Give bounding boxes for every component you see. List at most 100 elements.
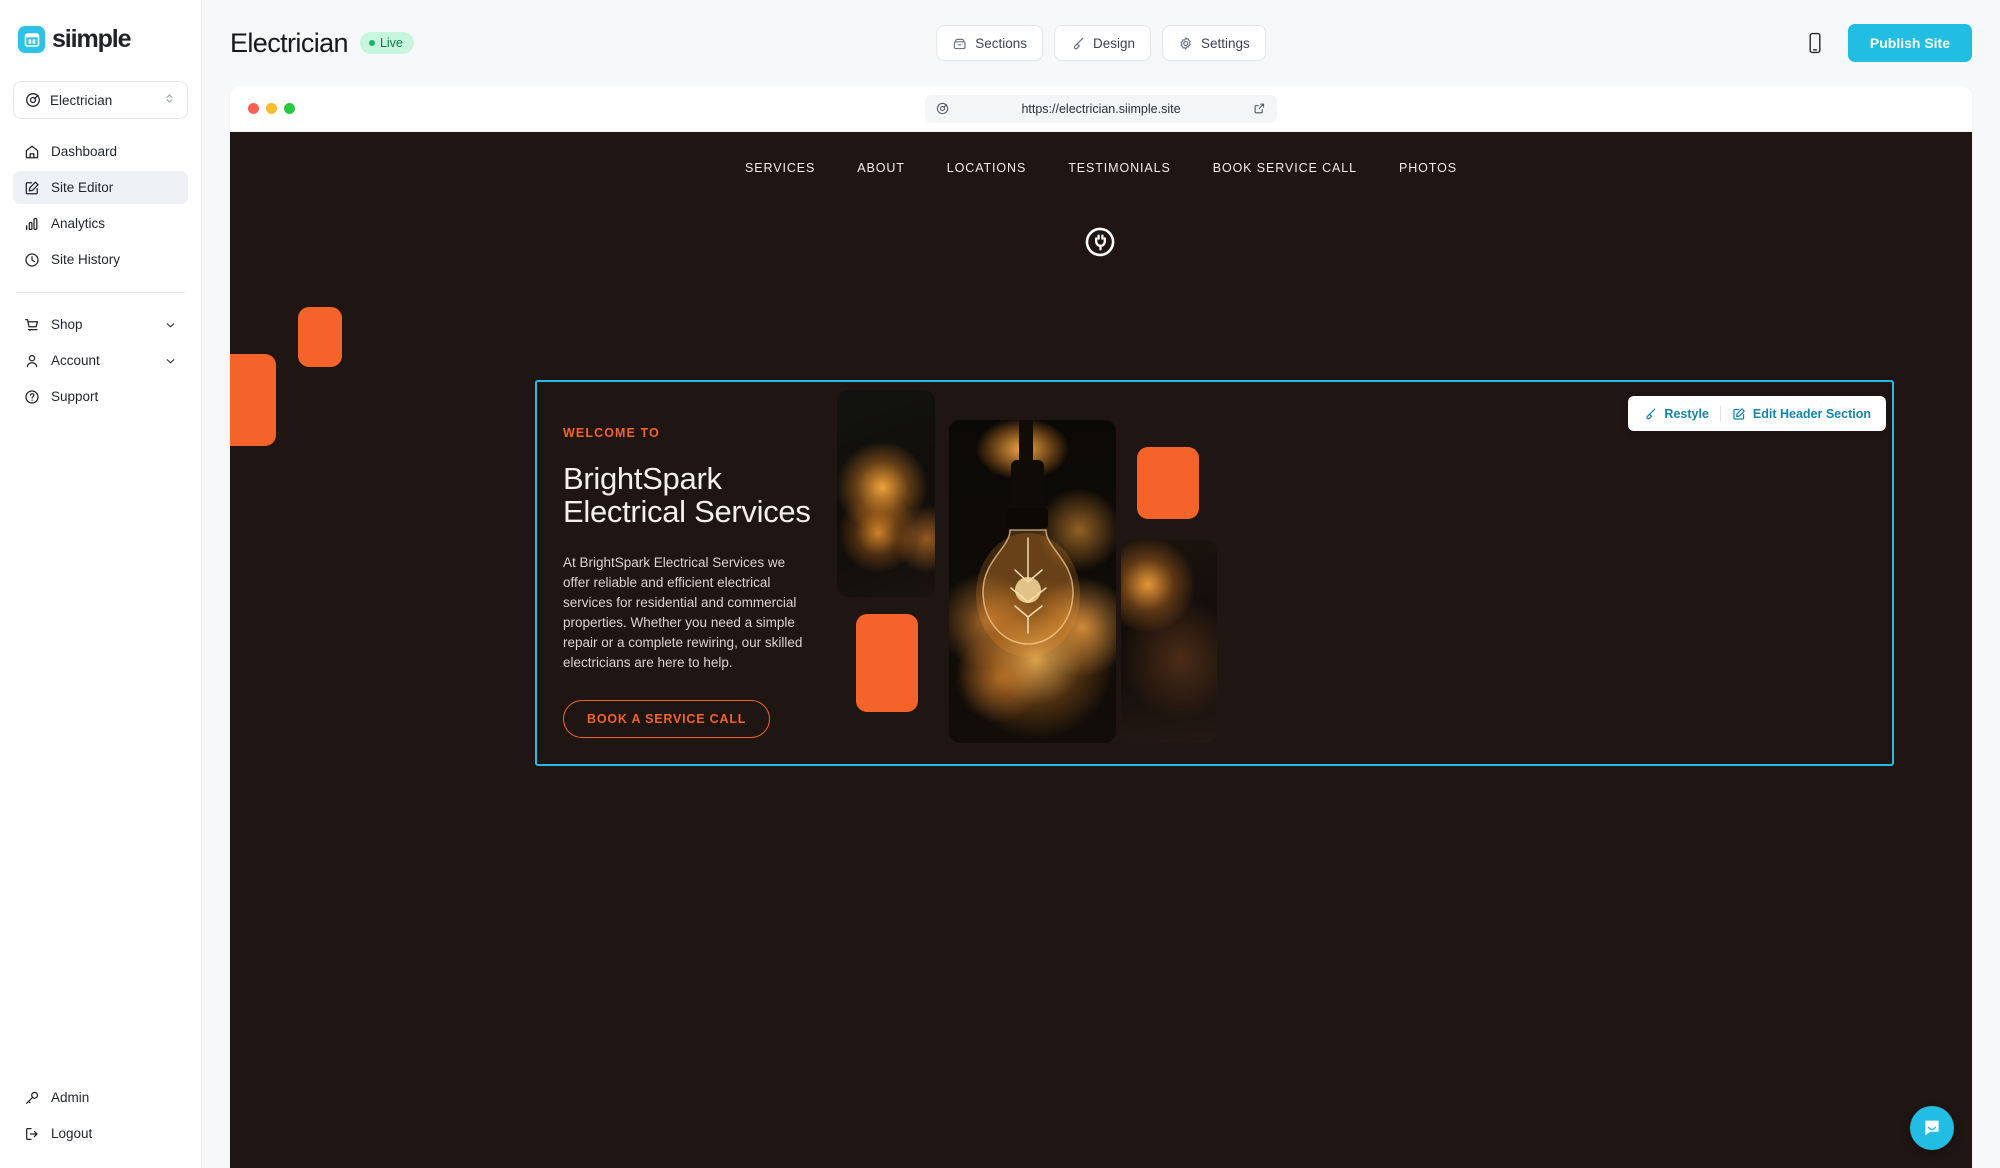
user-icon	[24, 353, 40, 369]
sidebar-item-site-editor[interactable]: Site Editor	[13, 171, 188, 204]
home-icon	[24, 144, 40, 160]
sidebar-item-account[interactable]: Account	[13, 344, 188, 377]
status-badge: Live	[359, 32, 414, 54]
page-title: Electrician	[230, 27, 349, 58]
collage-photo-left	[837, 390, 935, 597]
site-nav-item-about[interactable]: ABOUT	[857, 161, 905, 175]
site-nav-item-book-service-call[interactable]: BOOK SERVICE CALL	[1213, 161, 1357, 175]
sidebar: siimple Electrician Dashboard Site Edito…	[0, 0, 202, 1168]
hero-heading: BrightSpark Electrical Services	[563, 461, 811, 530]
site-nav-item-photos[interactable]: PHOTOS	[1399, 161, 1457, 175]
sidebar-item-label: Site Editor	[51, 179, 114, 195]
site-globe-icon	[936, 102, 949, 115]
hero-body-text: At BrightSpark Electrical Services we of…	[563, 554, 803, 671]
sidebar-item-logout[interactable]: Logout	[13, 1117, 188, 1150]
sidebar-nav: Dashboard Site Editor Analytics Site His…	[13, 135, 188, 413]
sections-button-label: Sections	[975, 35, 1027, 51]
bar-chart-icon	[24, 216, 40, 232]
traffic-lights	[248, 103, 295, 114]
key-icon	[24, 1090, 40, 1106]
gear-icon	[1178, 36, 1193, 51]
question-circle-icon	[24, 389, 40, 405]
sidebar-item-admin[interactable]: Admin	[13, 1081, 188, 1114]
collage-orange-block	[1137, 447, 1199, 519]
site-title-group: Electrician Live	[230, 28, 414, 59]
sidebar-item-label: Support	[51, 388, 99, 404]
hero-text-column: WELCOME TO BrightSpark Electrical Servic…	[537, 382, 837, 764]
site-nav-item-locations[interactable]: LOCATIONS	[947, 161, 1026, 175]
settings-button-label: Settings	[1201, 35, 1250, 51]
sidebar-item-support[interactable]: Support	[13, 380, 188, 413]
sidebar-item-analytics[interactable]: Analytics	[13, 207, 188, 240]
design-button[interactable]: Design	[1053, 25, 1152, 61]
main-area: Electrician Live Sections Design Setting…	[202, 0, 2000, 1168]
site-globe-icon	[25, 92, 41, 108]
collage-orange-block	[856, 614, 918, 712]
hero-header-section[interactable]: WELCOME TO BrightSpark Electrical Servic…	[535, 380, 1894, 766]
publish-site-button[interactable]: Publish Site	[1847, 24, 1972, 62]
sidebar-item-label: Logout	[51, 1125, 93, 1141]
status-dot-icon	[368, 40, 375, 46]
section-edit-toolbar: Restyle Edit Header Section	[1628, 396, 1886, 431]
site-preview-frame: https://electrician.siimple.site SERVICE…	[230, 86, 1972, 1168]
maximize-green-dot-icon[interactable]	[284, 103, 295, 114]
book-service-call-button[interactable]: BOOK A SERVICE CALL	[563, 699, 771, 738]
restyle-button[interactable]: Restyle	[1632, 396, 1719, 431]
hero-image-collage: Restyle Edit Header Section	[837, 382, 1892, 764]
edit-square-icon	[1732, 407, 1746, 421]
site-navigation: SERVICES ABOUT LOCATIONS TESTIMONIALS BO…	[230, 132, 1972, 175]
sidebar-item-label: Site History	[51, 251, 121, 267]
edit-header-section-label: Edit Header Section	[1752, 406, 1871, 421]
sidebar-item-label: Dashboard	[51, 143, 118, 159]
external-link-icon[interactable]	[1253, 102, 1266, 115]
shopping-cart-icon	[24, 317, 40, 333]
url-bar[interactable]: https://electrician.siimple.site	[925, 94, 1277, 123]
edit-square-icon	[24, 180, 40, 196]
sidebar-item-label: Analytics	[51, 215, 106, 231]
collage-photo-right	[1121, 540, 1217, 743]
site-switcher[interactable]: Electrician	[13, 81, 188, 119]
sidebar-item-label: Account	[51, 352, 100, 368]
edit-header-section-button[interactable]: Edit Header Section	[1721, 396, 1882, 431]
paint-brush-icon	[1070, 36, 1085, 51]
sidebar-item-label: Shop	[51, 316, 83, 332]
clock-icon	[24, 252, 40, 268]
site-nav-item-testimonials[interactable]: TESTIMONIALS	[1068, 161, 1170, 175]
paint-brush-icon	[1643, 407, 1657, 421]
settings-button[interactable]: Settings	[1162, 25, 1266, 61]
sidebar-item-site-history[interactable]: Site History	[13, 243, 188, 276]
logout-icon	[24, 1126, 40, 1142]
design-button-label: Design	[1092, 35, 1136, 51]
collage-photo-bulb	[949, 420, 1116, 743]
chevron-down-icon	[164, 317, 177, 333]
restyle-button-label: Restyle	[1664, 406, 1709, 421]
sidebar-item-shop[interactable]: Shop	[13, 308, 188, 341]
siimple-layout-icon	[18, 26, 45, 53]
minimize-yellow-dot-icon[interactable]	[266, 103, 277, 114]
status-badge-label: Live	[379, 36, 403, 50]
browser-chrome-bar: https://electrician.siimple.site	[230, 86, 1972, 132]
decorative-orange-block	[230, 354, 276, 446]
chat-bubble-icon[interactable]	[1910, 1106, 1954, 1150]
sections-button[interactable]: Sections	[936, 25, 1043, 61]
hero-eyebrow: WELCOME TO	[563, 426, 660, 440]
editor-toolbar: Sections Design Settings	[936, 25, 1266, 61]
decorative-orange-block	[298, 307, 342, 367]
mobile-phone-icon[interactable]	[1804, 29, 1826, 57]
rendered-site: SERVICES ABOUT LOCATIONS TESTIMONIALS BO…	[230, 132, 1972, 1168]
close-red-dot-icon[interactable]	[248, 103, 259, 114]
chevron-down-icon	[164, 353, 177, 369]
top-bar: Electrician Live Sections Design Setting…	[202, 0, 2000, 86]
site-switcher-label: Electrician	[50, 92, 113, 108]
brand-name: siimple	[52, 25, 132, 53]
brand-logo[interactable]: siimple	[13, 0, 188, 62]
sidebar-divider	[16, 292, 185, 293]
app-root: siimple Electrician Dashboard Site Edito…	[0, 0, 2000, 1168]
url-text: https://electrician.siimple.site	[1021, 101, 1181, 116]
site-nav-item-services[interactable]: SERVICES	[745, 161, 815, 175]
sidebar-item-dashboard[interactable]: Dashboard	[13, 135, 188, 168]
box-icon	[952, 36, 967, 51]
electric-plug-circle-icon	[230, 223, 1972, 261]
sidebar-bottom-nav: Admin Logout	[13, 1081, 188, 1168]
sidebar-item-label: Admin	[51, 1089, 90, 1105]
